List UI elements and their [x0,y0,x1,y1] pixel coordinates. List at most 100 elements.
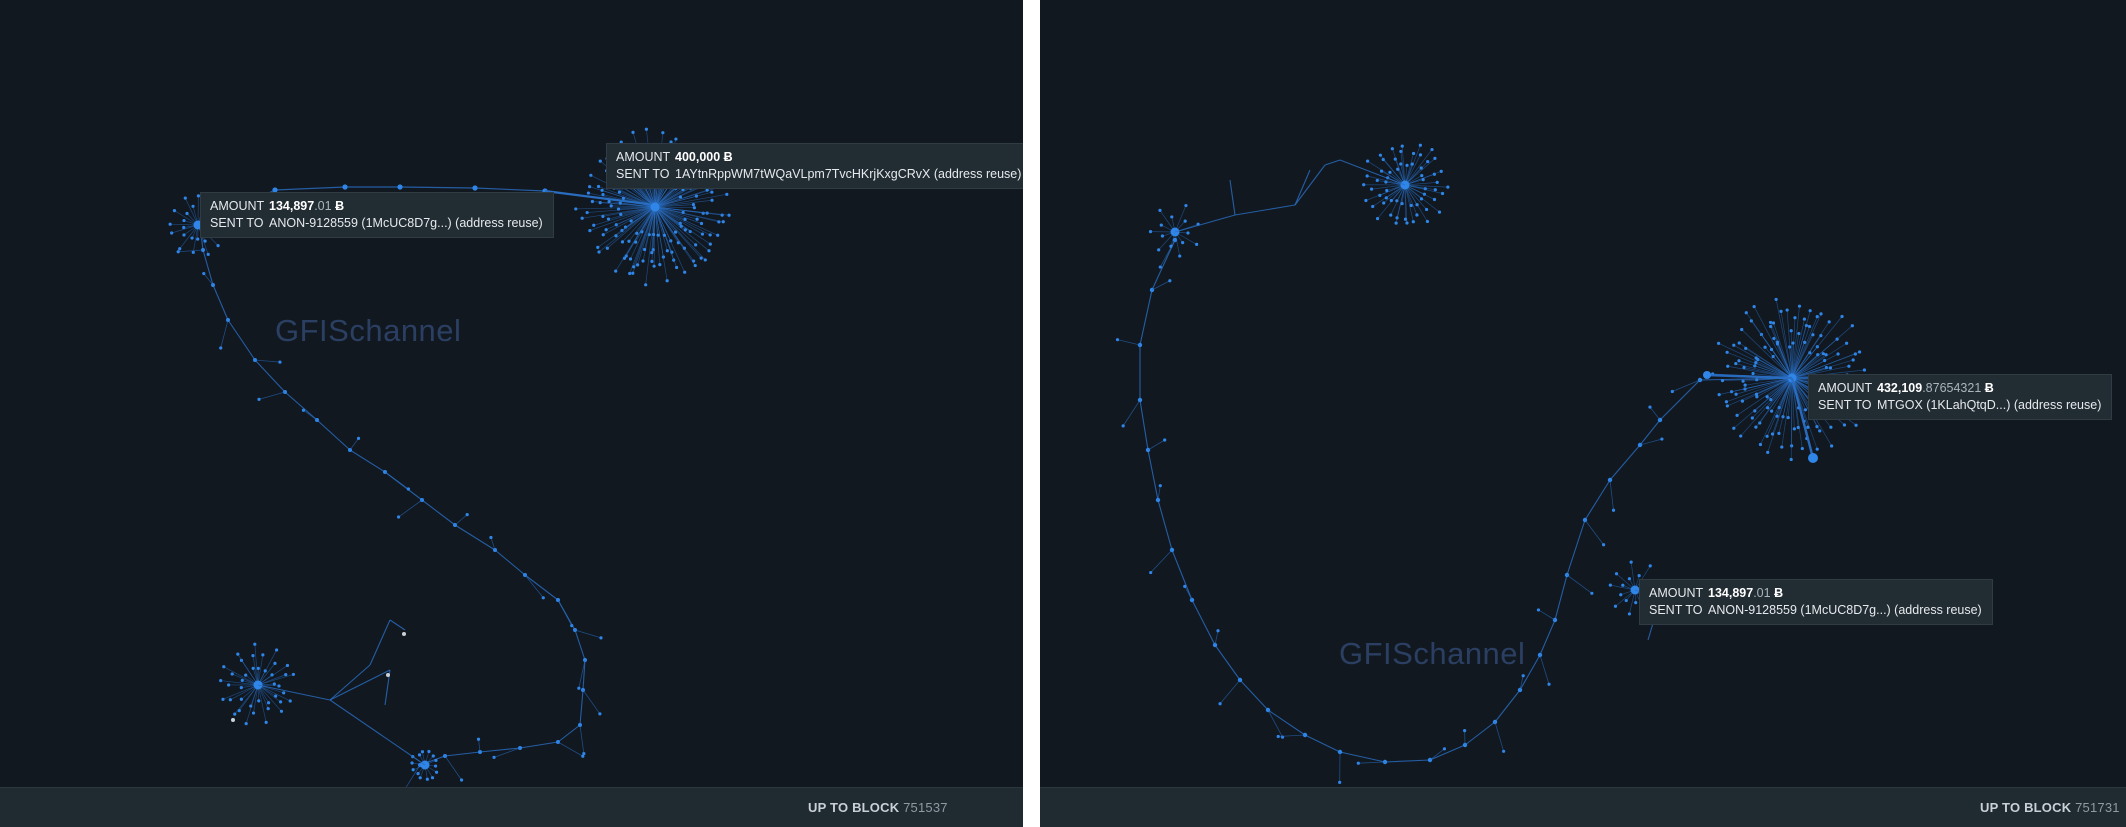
graph-node[interactable] [620,240,625,244]
graph-node[interactable] [397,184,403,190]
graph-node[interactable] [1547,682,1551,686]
graph-node[interactable] [396,515,401,519]
graph-node[interactable] [644,127,649,131]
graph-node[interactable] [492,755,496,759]
graph-node[interactable] [596,245,600,249]
graph-node[interactable] [1789,329,1793,333]
graph-node[interactable] [650,259,654,263]
graph-node[interactable] [1725,350,1729,354]
graph-node[interactable] [1382,201,1386,205]
graph-node[interactable] [1440,191,1445,196]
graph-node[interactable] [1611,508,1616,512]
graph-node[interactable] [406,487,411,491]
graph-node[interactable] [1411,220,1415,224]
graph-node[interactable] [1742,365,1746,370]
graph-node[interactable] [249,704,253,708]
graph-node[interactable] [691,203,696,207]
graph-node[interactable] [1521,674,1525,678]
graph-node[interactable] [285,663,290,668]
graph-node[interactable] [673,230,678,234]
graph-node[interactable] [589,173,593,177]
graph-node[interactable] [695,217,699,221]
graph-node[interactable] [1157,248,1161,252]
graph-node[interactable] [1502,749,1506,753]
graph-node[interactable] [1218,702,1222,706]
graph-node[interactable] [1432,197,1437,202]
graph-node[interactable] [1378,153,1383,157]
graph-node[interactable] [288,699,292,703]
graph-node[interactable] [570,624,574,628]
graph-node[interactable] [1815,447,1819,451]
graph-node[interactable] [230,672,234,676]
graph-node[interactable] [656,233,660,237]
graph-node[interactable] [658,263,662,267]
graph-node[interactable] [1717,341,1721,345]
graph-node[interactable] [1621,583,1625,587]
graph-node[interactable] [168,222,172,226]
graph-node[interactable] [1726,364,1730,368]
graph-node[interactable] [586,191,591,195]
graph-node[interactable] [411,768,415,772]
graph-node[interactable] [1808,309,1812,313]
graph-node[interactable] [185,211,189,216]
transaction-graph-left[interactable] [0,0,1023,787]
graph-node[interactable] [1792,427,1796,431]
graph-node[interactable] [1433,188,1437,192]
graph-node[interactable] [1415,203,1419,207]
graph-node[interactable] [598,712,602,716]
graph-node[interactable] [1411,151,1416,156]
graph-node[interactable] [430,776,435,780]
graph-node[interactable] [1824,353,1828,357]
graph-node[interactable] [251,654,255,658]
graph-node[interactable] [1409,203,1413,208]
graph-node[interactable] [627,239,631,243]
graph-node[interactable] [196,237,200,241]
graph-node[interactable] [1394,221,1398,225]
graph-node[interactable] [190,236,194,240]
graph-node[interactable] [590,199,594,204]
graph-node[interactable] [1181,241,1185,245]
graph-node[interactable] [1648,405,1652,409]
graph-node[interactable] [278,700,283,704]
graph-node[interactable] [665,249,669,253]
graph-node[interactable] [1183,219,1187,223]
graph-node[interactable] [1840,314,1844,319]
graph-node[interactable] [239,697,243,701]
graph-node[interactable] [1437,210,1442,214]
graph-node[interactable] [600,188,604,192]
graph-node[interactable] [301,408,306,412]
graph-node[interactable] [1590,591,1594,595]
graph-node[interactable] [1803,408,1808,412]
graph-node[interactable] [434,758,438,762]
graph-node[interactable] [182,225,186,230]
graph-node[interactable] [1779,309,1783,313]
graph-node[interactable] [1850,324,1854,328]
graph-node[interactable] [1750,416,1754,420]
graph-node[interactable] [609,204,613,208]
graph-node[interactable] [577,686,581,690]
graph-node[interactable] [427,749,431,754]
graph-node[interactable] [291,672,296,677]
graph-node[interactable] [710,190,714,194]
graph-node[interactable] [182,218,186,223]
graph-node[interactable] [1365,159,1370,163]
graph-node[interactable] [1796,425,1800,430]
graph-node[interactable] [693,263,697,268]
graph-node[interactable] [1163,438,1167,442]
graph-node[interactable] [1160,234,1165,238]
graph-node[interactable] [1740,327,1744,332]
graph-node[interactable] [261,653,265,657]
graph-node[interactable] [1737,359,1741,363]
graph-node[interactable] [1836,352,1840,356]
graph-node[interactable] [651,232,656,237]
graph-node[interactable] [721,220,725,224]
graph-node[interactable] [266,706,270,711]
graph-node[interactable] [1385,188,1389,193]
graph-node[interactable] [1717,393,1721,397]
graph-node[interactable] [1806,425,1810,429]
graph-node[interactable] [708,242,712,246]
graph-node[interactable] [1390,147,1394,151]
graph-node[interactable] [1775,340,1780,344]
graph-node[interactable] [1734,392,1738,396]
graph-node[interactable] [1785,308,1789,312]
